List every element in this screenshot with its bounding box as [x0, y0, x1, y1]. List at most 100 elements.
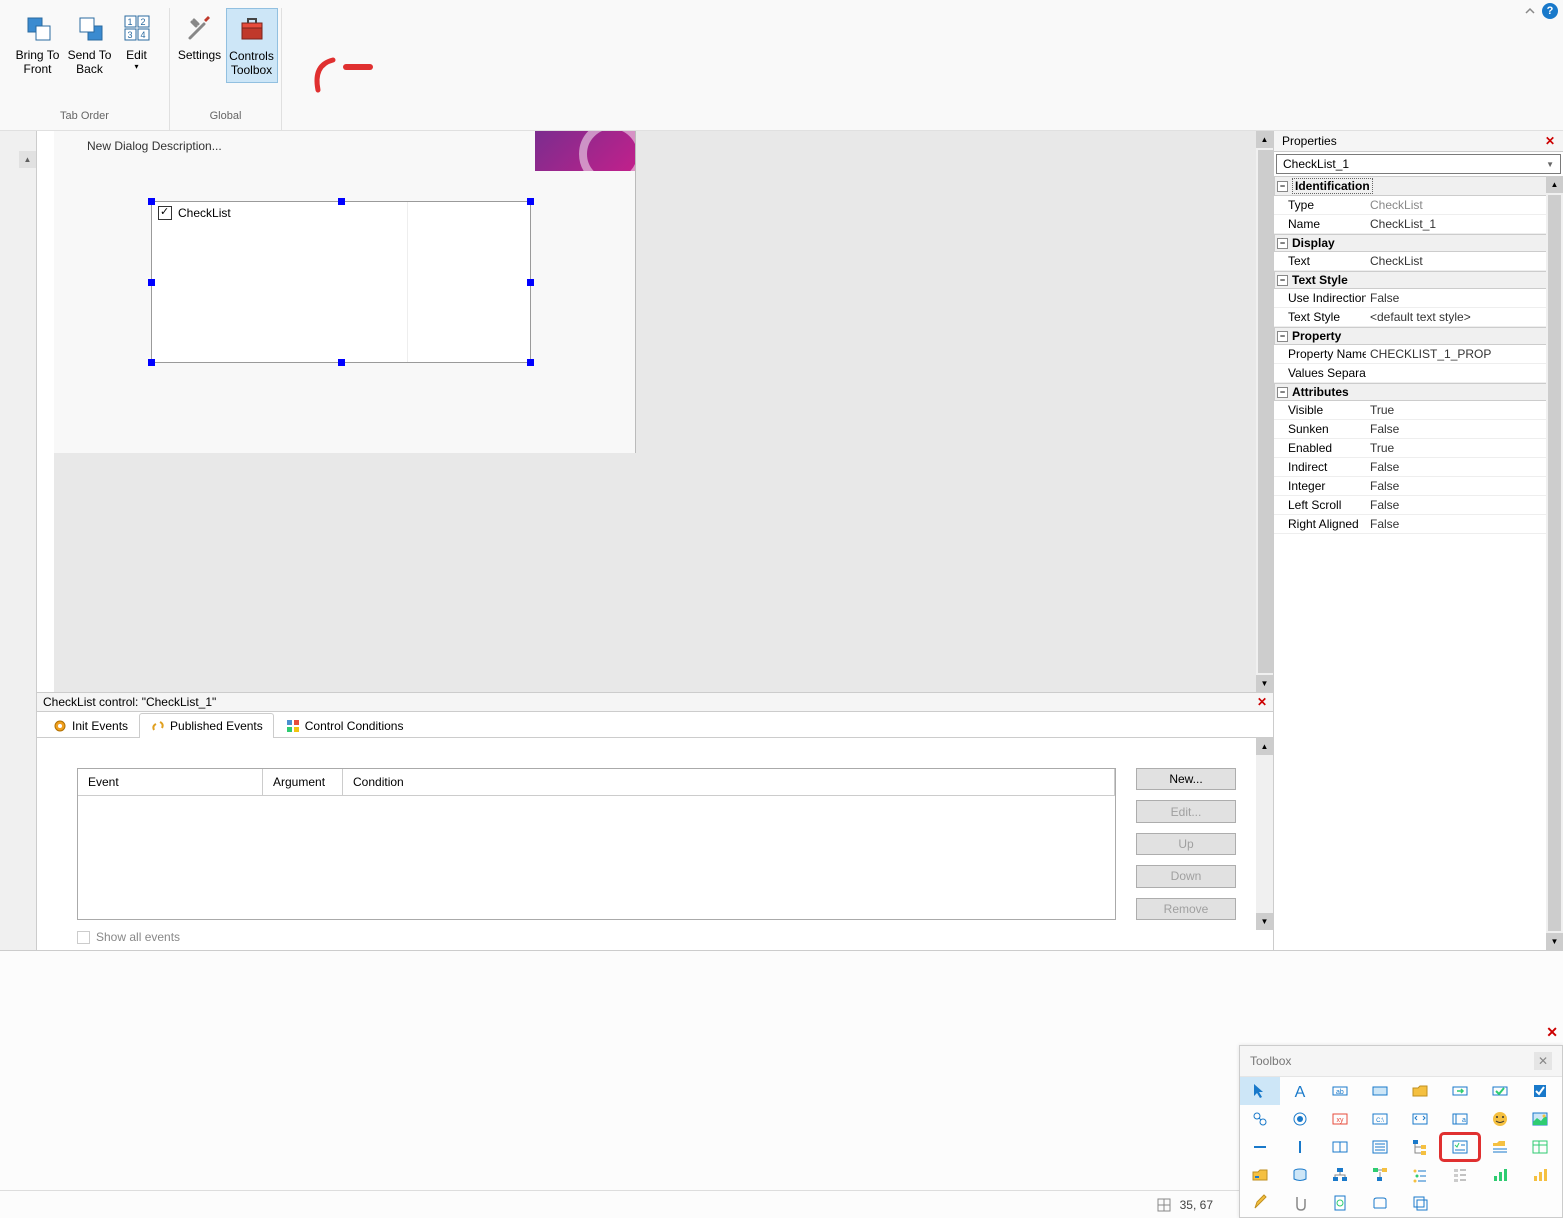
arrow-button-tool[interactable]	[1440, 1077, 1480, 1105]
folder-list-tool[interactable]	[1480, 1133, 1520, 1161]
tab-init-events[interactable]: Init Events	[41, 713, 139, 738]
collapse-icon[interactable]: −	[1277, 275, 1288, 286]
scroll-up-arrow-icon[interactable]: ▲	[1546, 176, 1563, 193]
resize-handle[interactable]	[527, 279, 534, 286]
bars-tool[interactable]	[1480, 1161, 1520, 1189]
textbox-tool[interactable]: ab	[1320, 1077, 1360, 1105]
column-header-argument[interactable]: Argument	[263, 769, 343, 795]
scroll-up-arrow-icon[interactable]: ▲	[1256, 131, 1273, 148]
folder-tool[interactable]	[1400, 1077, 1440, 1105]
category-identification[interactable]: −Identification	[1274, 176, 1563, 196]
prop-value[interactable]: True	[1366, 441, 1563, 455]
stack-tool[interactable]	[1400, 1189, 1440, 1217]
image-tool[interactable]	[1520, 1105, 1560, 1133]
tab-published-events[interactable]: Published Events	[139, 713, 274, 738]
canvas-scrollbar[interactable]: ▲ ▼	[1256, 131, 1273, 692]
props-scrollbar[interactable]: ▲ ▼	[1546, 176, 1563, 950]
tree-tool[interactable]	[1400, 1133, 1440, 1161]
db-tool[interactable]	[1280, 1161, 1320, 1189]
button-tool[interactable]	[1360, 1077, 1400, 1105]
close-icon[interactable]: ✕	[1257, 695, 1267, 709]
help-icon[interactable]: ?	[1541, 2, 1559, 20]
settings-button[interactable]: Settings	[174, 8, 226, 83]
prop-value[interactable]: <default text style>	[1366, 310, 1563, 324]
prop-value[interactable]: False	[1366, 291, 1563, 305]
flow-tool[interactable]	[1360, 1161, 1400, 1189]
scrollbar-vertical[interactable]: ▲	[19, 151, 36, 950]
collapse-icon[interactable]: −	[1277, 238, 1288, 249]
collapse-icon[interactable]: −	[1277, 331, 1288, 342]
split-tool[interactable]	[1320, 1133, 1360, 1161]
events-table[interactable]: Event Argument Condition	[77, 768, 1116, 920]
column-header-condition[interactable]: Condition	[343, 769, 1115, 795]
page-tool[interactable]	[1320, 1189, 1360, 1217]
link-tool[interactable]	[1240, 1105, 1280, 1133]
resize-handle[interactable]	[527, 198, 534, 205]
brush-tool[interactable]	[1240, 1189, 1280, 1217]
prop-value[interactable]: CHECKLIST_1_PROP	[1366, 347, 1563, 361]
prop-value[interactable]: True	[1366, 403, 1563, 417]
scroll-up-arrow-icon[interactable]: ▲	[1256, 738, 1273, 755]
scroll-down-arrow-icon[interactable]: ▼	[1256, 675, 1273, 692]
checkbox-icon[interactable]	[77, 931, 90, 944]
edit-button[interactable]: Edit...	[1136, 800, 1236, 822]
new-button[interactable]: New...	[1136, 768, 1236, 790]
scroll-up-arrow-icon[interactable]: ▲	[19, 151, 36, 168]
resize-handle[interactable]	[148, 359, 155, 366]
detail-list-tool[interactable]	[1520, 1133, 1560, 1161]
check-button-tool[interactable]	[1480, 1077, 1520, 1105]
down-button[interactable]: Down	[1136, 865, 1236, 887]
category-attributes[interactable]: −Attributes	[1274, 383, 1563, 401]
scroll-thumb[interactable]	[1258, 150, 1273, 673]
checklist-control[interactable]: CheckList	[151, 201, 531, 363]
resize-handle[interactable]	[527, 359, 534, 366]
prop-value[interactable]: CheckList	[1366, 254, 1563, 268]
category-text-style[interactable]: −Text Style	[1274, 271, 1563, 289]
tab-control-conditions[interactable]: Control Conditions	[274, 713, 415, 738]
updown-tool[interactable]	[1400, 1105, 1440, 1133]
prop-value[interactable]: False	[1366, 460, 1563, 474]
bars-alt-tool[interactable]	[1520, 1161, 1560, 1189]
emoji-tool[interactable]	[1480, 1105, 1520, 1133]
hline-tool[interactable]	[1240, 1133, 1280, 1161]
radio-tool[interactable]	[1280, 1105, 1320, 1133]
form-list-tool[interactable]	[1440, 1161, 1480, 1189]
close-icon[interactable]: ✕	[1546, 1024, 1558, 1041]
close-icon[interactable]: ✕	[1545, 134, 1555, 148]
collapse-icon[interactable]: −	[1277, 181, 1288, 192]
prop-value[interactable]: CheckList_1	[1366, 217, 1563, 231]
scroll-down-arrow-icon[interactable]: ▼	[1256, 913, 1273, 930]
checkbox-tool[interactable]	[1520, 1077, 1560, 1105]
scale-tool[interactable]: a	[1440, 1105, 1480, 1133]
chevron-up-icon[interactable]	[1521, 2, 1539, 20]
label-tool[interactable]: A	[1280, 1077, 1320, 1105]
resize-handle[interactable]	[148, 279, 155, 286]
indent-list-tool[interactable]	[1400, 1161, 1440, 1189]
checklist-tool[interactable]	[1440, 1133, 1480, 1161]
xy-tool[interactable]: xy	[1320, 1105, 1360, 1133]
scroll-thumb[interactable]	[1548, 195, 1561, 931]
prop-value[interactable]: False	[1366, 422, 1563, 436]
category-property[interactable]: −Property	[1274, 327, 1563, 345]
edit-tab-order-button[interactable]: 1234 Edit ▾	[116, 8, 158, 81]
remove-button[interactable]: Remove	[1136, 898, 1236, 920]
tab-tool[interactable]	[1360, 1189, 1400, 1217]
resize-handle[interactable]	[148, 198, 155, 205]
collapse-icon[interactable]: −	[1277, 387, 1288, 398]
property-grid[interactable]: −Identification TypeCheckList NameCheckL…	[1274, 176, 1563, 950]
drive-tool[interactable]	[1240, 1161, 1280, 1189]
pointer-tool[interactable]	[1240, 1077, 1280, 1105]
clip-tool[interactable]	[1280, 1189, 1320, 1217]
prop-value[interactable]: False	[1366, 479, 1563, 493]
bring-to-front-button[interactable]: Bring To Front	[12, 8, 64, 81]
prop-value[interactable]: False	[1366, 498, 1563, 512]
prop-value[interactable]: False	[1366, 517, 1563, 531]
up-button[interactable]: Up	[1136, 833, 1236, 855]
resize-handle[interactable]	[338, 359, 345, 366]
send-to-back-button[interactable]: Send To Back	[64, 8, 116, 81]
scroll-down-arrow-icon[interactable]: ▼	[1546, 933, 1563, 950]
path-tool[interactable]: C:\	[1360, 1105, 1400, 1133]
controls-toolbox-button[interactable]: Controls Toolbox	[226, 8, 278, 83]
properties-selector[interactable]: CheckList_1 ▼	[1276, 154, 1561, 174]
resize-handle[interactable]	[338, 198, 345, 205]
